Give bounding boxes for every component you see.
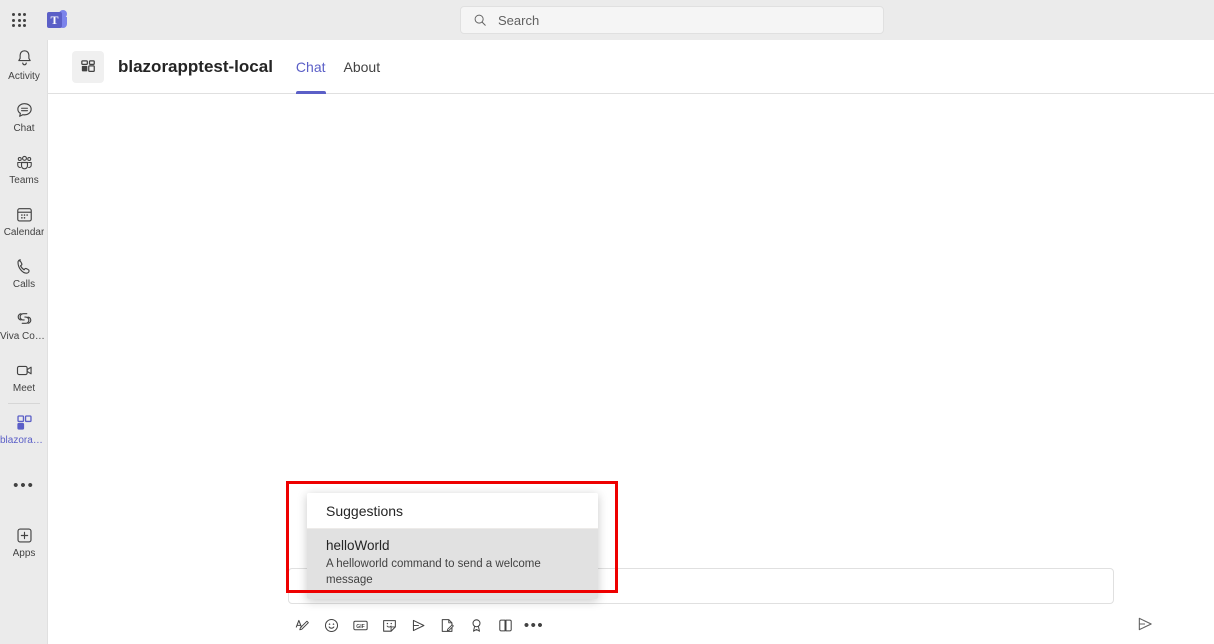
- composer-more-options-button[interactable]: •••: [520, 611, 548, 639]
- suggestion-description: A helloworld command to send a welcome m…: [326, 558, 541, 586]
- svg-text:GIF: GIF: [356, 624, 364, 630]
- sidebar-item-apps[interactable]: Apps: [0, 519, 48, 564]
- sidebar-item-activity[interactable]: Activity: [0, 42, 48, 87]
- plus-box-icon: [16, 528, 32, 543]
- sticker-button[interactable]: [375, 611, 403, 639]
- rail-divider: [7, 403, 40, 404]
- teams-logo[interactable]: T: [47, 10, 67, 30]
- viva-connections-icon: [17, 313, 31, 324]
- gif-button[interactable]: GIF: [346, 611, 374, 639]
- tab-about[interactable]: About: [335, 40, 390, 94]
- more-options-icon: •••: [13, 476, 35, 494]
- app-blocks-icon: [81, 59, 95, 72]
- search-placeholder: Search: [498, 12, 540, 28]
- sidebar-item-label: blazorappt...: [0, 435, 48, 446]
- emoji-button[interactable]: [317, 611, 345, 639]
- calendar-icon: [16, 208, 32, 222]
- sidebar-item-calendar[interactable]: Calendar: [0, 198, 48, 243]
- send-button[interactable]: [1131, 610, 1159, 638]
- more-options-icon: •••: [523, 616, 545, 634]
- app-header: blazorapptest-local Chat About: [48, 40, 1214, 94]
- format-icon: [295, 619, 309, 630]
- composer-toolbar: GIF •••: [288, 610, 1114, 640]
- tab-label: Chat: [295, 58, 326, 75]
- approvals-icon: [498, 619, 512, 631]
- app-launcher-button[interactable]: [0, 0, 38, 40]
- sticker-icon: [382, 619, 396, 632]
- tab-chat[interactable]: Chat: [287, 40, 335, 94]
- sidebar-item-label: Chat: [13, 123, 35, 134]
- suggestion-item-helloworld[interactable]: helloWorld A helloworld command to send …: [307, 529, 598, 599]
- sidebar-item-label: Meet: [12, 383, 36, 394]
- approvals-button[interactable]: [491, 611, 519, 639]
- suggestion-title: helloWorld: [326, 538, 390, 553]
- format-button[interactable]: [288, 611, 316, 639]
- loop-component-icon: [441, 618, 454, 632]
- page-title: blazorapptest-local: [118, 56, 273, 76]
- sidebar-item-blazorapptest[interactable]: blazorappt...: [0, 406, 48, 451]
- loop-component-button[interactable]: [433, 611, 461, 639]
- chat-bubble-icon: [16, 103, 32, 117]
- teams-logo-letter: T: [47, 12, 62, 28]
- top-bar: T Search: [0, 0, 1214, 40]
- gif-icon: GIF: [352, 620, 368, 630]
- stream-button[interactable]: [404, 611, 432, 639]
- sidebar-more-button[interactable]: •••: [0, 467, 48, 503]
- suggestions-header: Suggestions: [307, 493, 598, 529]
- grid-icon: [12, 13, 26, 27]
- sidebar-item-label: Calendar: [3, 227, 45, 238]
- app-icon: [72, 50, 104, 83]
- people-icon: [16, 155, 32, 170]
- praise-button[interactable]: [462, 611, 490, 639]
- search-icon: [474, 14, 486, 26]
- sidebar-item-label: Calls: [12, 279, 36, 290]
- sidebar-item-viva-connections[interactable]: Viva Conne...: [0, 302, 48, 347]
- sidebar-item-label: Teams: [9, 175, 39, 186]
- bell-icon: [17, 50, 31, 66]
- sidebar-item-chat[interactable]: Chat: [0, 94, 48, 139]
- app-tabs: Chat About: [287, 40, 389, 94]
- sidebar-item-teams[interactable]: Teams: [0, 146, 48, 191]
- praise-icon: [472, 618, 480, 632]
- sidebar-item-calls[interactable]: Calls: [0, 250, 48, 295]
- stream-video-icon: [412, 619, 424, 631]
- tab-label: About: [343, 58, 381, 75]
- teams-app-window: T Search Activity Chat Teams Calendar Ca…: [0, 0, 1214, 644]
- sidebar-item-label: Apps: [12, 548, 36, 559]
- emoji-icon: [324, 618, 338, 632]
- app-blocks-icon: [16, 415, 32, 430]
- left-rail: Activity Chat Teams Calendar Calls Viva …: [0, 40, 48, 644]
- phone-icon: [16, 259, 30, 274]
- video-camera-icon: [16, 365, 32, 376]
- sidebar-item-label: Activity: [8, 71, 40, 82]
- send-icon: [1138, 617, 1152, 631]
- search-input[interactable]: Search: [460, 6, 884, 34]
- suggestions-popup: Suggestions helloWorld A helloworld comm…: [307, 493, 598, 599]
- sidebar-item-meet[interactable]: Meet: [0, 354, 48, 399]
- sidebar-item-label: Viva Conne...: [0, 331, 48, 342]
